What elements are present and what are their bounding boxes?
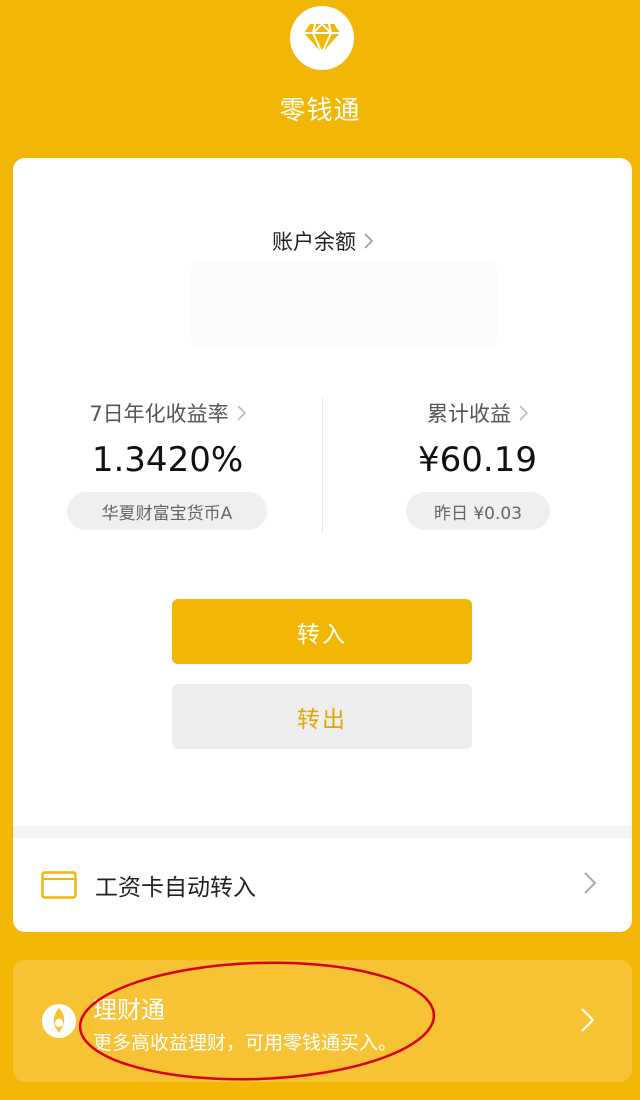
page-title: 零钱通 bbox=[279, 96, 361, 126]
earnings-label: 累计收益 bbox=[427, 402, 511, 426]
yield-label: 7日年化收益率 bbox=[89, 402, 229, 426]
chevron-right-icon bbox=[584, 872, 596, 894]
yield-value: 1.3420% bbox=[91, 440, 244, 480]
transfer-out-button[interactable]: 转出 bbox=[172, 684, 472, 749]
chevron-right-icon bbox=[237, 405, 246, 421]
chevron-right-icon bbox=[364, 233, 373, 249]
salary-auto-transfer-row[interactable]: 工资卡自动转入 bbox=[13, 838, 632, 932]
earnings-value: ¥60.19 bbox=[418, 440, 537, 480]
chevron-right-icon bbox=[519, 405, 528, 421]
section-divider bbox=[13, 826, 632, 838]
app-logo bbox=[290, 6, 354, 70]
diamond-icon bbox=[304, 22, 340, 54]
balance-amount-hidden bbox=[191, 262, 497, 348]
yield-link[interactable]: 7日年化收益率 bbox=[13, 398, 322, 428]
licai-logo-icon bbox=[42, 1004, 76, 1038]
earnings-stat: 累计收益 ¥60.19 昨日 ¥0.03 bbox=[323, 396, 632, 536]
balance-card: 账户余额 7日年化收益率 1.3420% 华夏财富宝货币A 累计收益 ¥60.1… bbox=[13, 158, 632, 932]
fund-name-badge[interactable]: 华夏财富宝货币A bbox=[67, 492, 267, 530]
licaitong-banner[interactable]: 理财通 更多高收益理财，可用零钱通买入。 bbox=[13, 960, 632, 1082]
yesterday-earnings-badge: 昨日 ¥0.03 bbox=[406, 492, 550, 530]
balance-link[interactable]: 账户余额 bbox=[13, 226, 632, 256]
yield-stat: 7日年化收益率 1.3420% 华夏财富宝货币A bbox=[13, 396, 322, 536]
transfer-in-button[interactable]: 转入 bbox=[172, 599, 472, 664]
salary-auto-transfer-label: 工资卡自动转入 bbox=[95, 875, 256, 901]
chevron-right-icon bbox=[581, 1008, 594, 1032]
earnings-link[interactable]: 累计收益 bbox=[323, 398, 632, 428]
balance-label: 账户余额 bbox=[272, 230, 356, 254]
licaitong-title: 理财通 bbox=[93, 996, 165, 1024]
card-icon bbox=[41, 871, 77, 899]
licaitong-subtitle: 更多高收益理财，可用零钱通买入。 bbox=[93, 1032, 398, 1054]
